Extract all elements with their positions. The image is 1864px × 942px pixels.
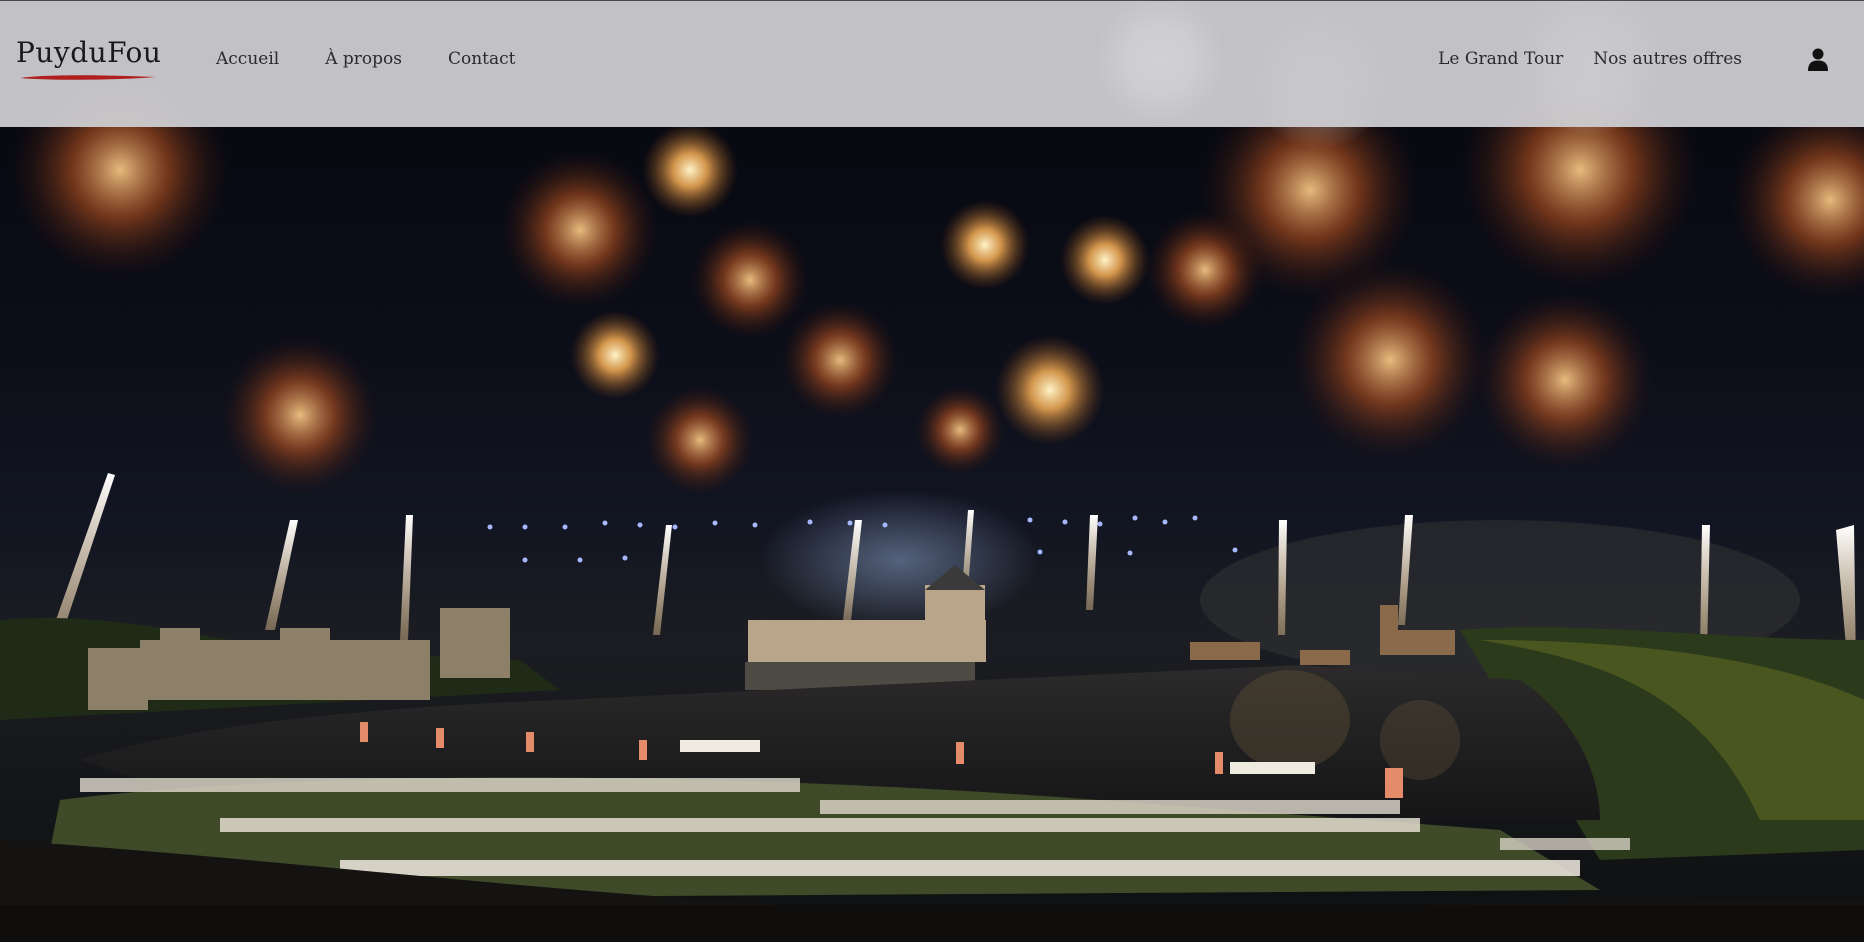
nav-a-propos[interactable]: À propos	[325, 49, 402, 69]
nav-accueil[interactable]: Accueil	[216, 49, 279, 69]
logo-brush-stroke	[20, 75, 156, 80]
nav-contact[interactable]: Contact	[448, 49, 516, 69]
user-icon	[1808, 48, 1828, 71]
nav-primary: Accueil À propos Contact	[216, 49, 515, 69]
hero-scene	[0, 0, 1864, 942]
page: PuyduFou Accueil À propos Contact Le Gra…	[0, 0, 1864, 942]
puydufou-logo[interactable]: PuyduFou	[16, 39, 166, 89]
nav-nos-autres-offres[interactable]: Nos autres offres	[1593, 49, 1742, 69]
logo-text: PuyduFou	[16, 39, 166, 67]
hero-fireworks-image	[0, 0, 1864, 942]
site-header: PuyduFou Accueil À propos Contact Le Gra…	[0, 0, 1864, 127]
logo-wordmark: PuyduFou	[16, 36, 162, 69]
user-account-button[interactable]	[1806, 47, 1830, 73]
nav-le-grand-tour[interactable]: Le Grand Tour	[1438, 49, 1563, 69]
nav-secondary: Le Grand Tour Nos autres offres	[1438, 49, 1742, 69]
